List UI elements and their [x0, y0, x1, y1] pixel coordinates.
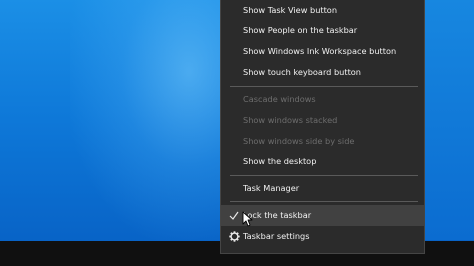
menu-item-label: Show the desktop: [243, 156, 317, 166]
menu-item-label: Show touch keyboard button: [243, 67, 361, 77]
menu-item-show-people[interactable]: Show People on the taskbar: [221, 20, 424, 41]
menu-item-cascade-windows: Cascade windows: [221, 89, 424, 110]
menu-separator: [230, 201, 418, 202]
menu-item-label: Show Task View button: [243, 5, 338, 15]
menu-item-show-windows-stacked: Show windows stacked: [221, 110, 424, 131]
menu-item-label: Show windows stacked: [243, 115, 338, 125]
menu-item-show-task-view-button[interactable]: Show Task View button: [221, 0, 424, 21]
menu-separator: [230, 175, 418, 176]
menu-separator: [230, 86, 418, 87]
menu-item-label: Taskbar settings: [243, 231, 310, 241]
menu-item-label: Show People on the taskbar: [243, 25, 358, 35]
mouse-pointer-icon: [242, 211, 253, 227]
menu-item-label: Show windows side by side: [243, 136, 355, 146]
checkmark-icon: [228, 205, 240, 226]
desktop-background-right: [425, 0, 474, 240]
menu-item-show-windows-ink[interactable]: Show Windows Ink Workspace button: [221, 41, 424, 62]
menu-item-label: Cascade windows: [243, 94, 316, 104]
menu-item-task-manager[interactable]: Task Manager: [221, 178, 424, 199]
menu-item-show-touch-keyboard[interactable]: Show touch keyboard button: [221, 62, 424, 83]
menu-item-label: Show Windows Ink Workspace button: [243, 46, 397, 56]
menu-item-taskbar-settings[interactable]: Taskbar settings: [221, 226, 424, 247]
menu-item-show-windows-side-by-side: Show windows side by side: [221, 131, 424, 152]
desktop-light-glow: [70, 0, 240, 240]
menu-item-label: Task Manager: [243, 183, 300, 193]
menu-item-show-the-desktop[interactable]: Show the desktop: [221, 151, 424, 172]
gear-icon: [228, 226, 240, 247]
